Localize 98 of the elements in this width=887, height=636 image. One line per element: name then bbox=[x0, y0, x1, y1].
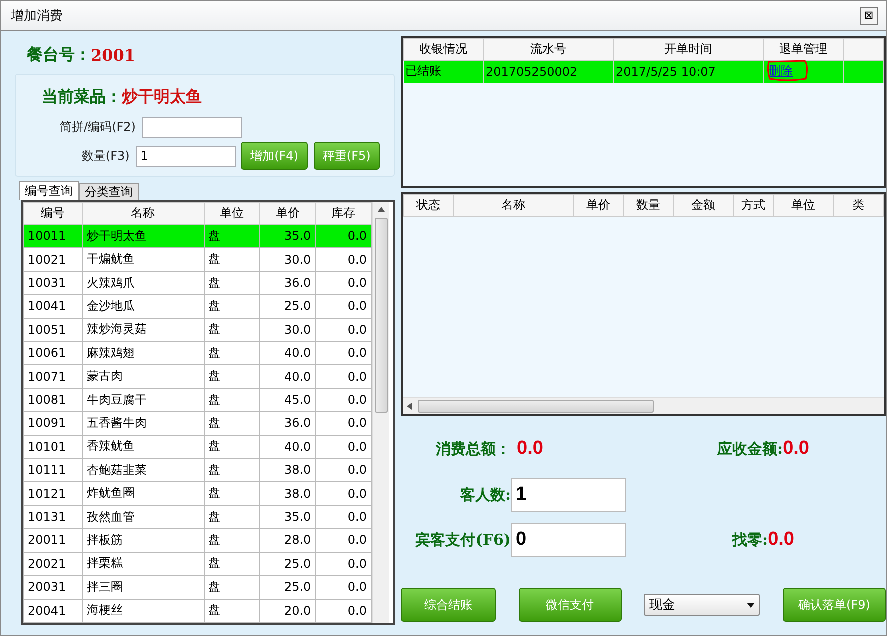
column-header[interactable]: 单价 bbox=[260, 202, 316, 224]
bill-row[interactable]: 已结账 201705250002 2017/5/25 10:07 删除 bbox=[404, 60, 884, 82]
guests-label: 客人数: bbox=[459, 486, 511, 504]
table-cell: 盘 bbox=[204, 364, 260, 388]
table-cell: 已结账 bbox=[404, 60, 484, 82]
column-header[interactable]: 库存 bbox=[316, 202, 372, 224]
change-label: 找零: bbox=[732, 530, 768, 550]
receivable-label: 应收金额: bbox=[718, 440, 784, 458]
column-header[interactable]: 单位 bbox=[774, 194, 834, 216]
menu-row[interactable]: 20031 拌三圈 盘 25.0 0.0 bbox=[24, 576, 372, 599]
menu-row[interactable]: 10091 五香酱牛肉 盘 36.0 0.0 bbox=[24, 412, 372, 436]
table-cell: 五香酱牛肉 bbox=[82, 412, 204, 436]
query-tab[interactable]: 编号查询 bbox=[19, 181, 79, 200]
menu-row[interactable]: 10021 干煸鱿鱼 盘 30.0 0.0 bbox=[24, 248, 372, 272]
menu-row[interactable]: 10131 孜然血管 盘 35.0 0.0 bbox=[24, 505, 372, 529]
table-cell: 盘 bbox=[204, 482, 260, 506]
table-cell: 盘 bbox=[204, 599, 260, 622]
column-header[interactable]: 方式 bbox=[734, 194, 774, 216]
menu-row[interactable]: 10051 辣炒海灵菇 盘 30.0 0.0 bbox=[24, 318, 372, 342]
dropdown-caret-icon[interactable] bbox=[747, 602, 756, 608]
table-cell: 10041 bbox=[24, 294, 82, 318]
menu-row[interactable]: 10081 牛肉豆腐干 盘 45.0 0.0 bbox=[24, 388, 372, 412]
quantity-label: 数量(F3) bbox=[80, 148, 131, 164]
table-cell: 盘 bbox=[204, 248, 260, 272]
column-header[interactable]: 状态 bbox=[404, 194, 454, 216]
table-cell: 拌三圈 bbox=[82, 576, 204, 599]
receivable-value: 0.0 bbox=[783, 438, 810, 460]
column-header[interactable]: 单价 bbox=[574, 194, 624, 216]
table-cell: 10091 bbox=[24, 412, 82, 436]
menu-row[interactable]: 10031 火辣鸡爪 盘 36.0 0.0 bbox=[24, 271, 372, 295]
payment-label: 宾客支付(F6) bbox=[414, 530, 511, 550]
column-header[interactable]: 编号 bbox=[24, 202, 82, 224]
table-number-value: 2001 bbox=[91, 46, 136, 64]
table-cell: 盘 bbox=[204, 412, 260, 436]
query-tab[interactable]: 分类查询 bbox=[79, 183, 139, 200]
table-number-label: 餐台号： bbox=[27, 44, 91, 66]
vertical-scrollbar[interactable] bbox=[372, 202, 389, 623]
column-header[interactable]: 名称 bbox=[454, 194, 574, 216]
column-header[interactable]: 收银情况 bbox=[404, 38, 484, 60]
table-cell: 海梗丝 bbox=[82, 599, 204, 622]
menu-row[interactable]: 10071 蒙古肉 盘 40.0 0.0 bbox=[24, 364, 372, 388]
table-cell: 20041 bbox=[24, 599, 82, 622]
table-cell: 20031 bbox=[24, 576, 82, 599]
code-input-field[interactable] bbox=[142, 117, 242, 138]
menu-row[interactable]: 20041 海梗丝 盘 20.0 0.0 bbox=[24, 599, 372, 622]
menu-row[interactable]: 10041 金沙地瓜 盘 25.0 0.0 bbox=[24, 294, 372, 318]
table-cell: 盘 bbox=[204, 576, 260, 599]
code-label: 简拼/编码(F2) bbox=[59, 119, 137, 136]
menu-row[interactable]: 10121 炸鱿鱼圈 盘 38.0 0.0 bbox=[24, 482, 372, 506]
change-value: 0.0 bbox=[768, 529, 794, 551]
table-cell: 金沙地瓜 bbox=[82, 294, 204, 318]
current-dish-label: 当前菜品： bbox=[42, 86, 122, 108]
table-cell: 炸鱿鱼圈 bbox=[82, 482, 204, 506]
total-label: 消费总额： bbox=[435, 440, 511, 458]
table-cell: 20011 bbox=[24, 528, 82, 552]
scroll-up-icon[interactable] bbox=[378, 207, 384, 212]
table-cell: 盘 bbox=[204, 294, 260, 318]
table-cell: 25.0 bbox=[260, 576, 316, 599]
table-cell: 2017/5/25 10:07 bbox=[614, 60, 764, 82]
table-cell: 10071 bbox=[24, 364, 82, 388]
table-cell: 40.0 bbox=[260, 364, 316, 388]
table-cell: 10121 bbox=[24, 482, 82, 506]
table-cell: 干煸鱿鱼 bbox=[82, 248, 204, 272]
table-cell: 38.0 bbox=[260, 482, 316, 506]
table-cell: 36.0 bbox=[260, 412, 316, 436]
current-dish-value: 炒干明太鱼 bbox=[122, 86, 202, 108]
payment-method-select[interactable]: 现金 bbox=[644, 594, 760, 616]
payment-input-field[interactable]: 0 bbox=[511, 523, 626, 557]
table-cell: 201705250002 bbox=[484, 60, 614, 82]
close-button[interactable]: ⊠ bbox=[860, 6, 878, 24]
window-title: 增加消费 bbox=[11, 8, 63, 24]
table-cell: 28.0 bbox=[260, 528, 316, 552]
total-value: 0.0 bbox=[516, 438, 544, 460]
scroll-left-icon[interactable] bbox=[407, 402, 412, 410]
column-header[interactable]: 类 bbox=[834, 194, 884, 216]
table-cell: 25.0 bbox=[260, 294, 316, 318]
menu-row[interactable]: 10011 炒干明太鱼 盘 35.0 0.0 bbox=[24, 224, 372, 248]
column-header[interactable]: 金额 bbox=[674, 194, 734, 216]
menu-row[interactable]: 10061 麻辣鸡翅 盘 40.0 0.0 bbox=[24, 342, 372, 365]
quantity-input-field[interactable]: 1 bbox=[136, 146, 236, 166]
column-header[interactable]: 数量 bbox=[624, 194, 674, 216]
guests-input-field[interactable]: 1 bbox=[511, 478, 626, 512]
table-cell: 蒙古肉 bbox=[82, 364, 204, 388]
table-cell: 10021 bbox=[24, 248, 82, 272]
table-cell: 20.0 bbox=[260, 599, 316, 622]
menu-row[interactable]: 20021 拌栗糕 盘 25.0 0.0 bbox=[24, 552, 372, 576]
column-header[interactable]: 开单时间 bbox=[614, 38, 764, 60]
menu-row[interactable]: 10111 杏鲍菇韭菜 盘 38.0 0.0 bbox=[24, 458, 372, 482]
menu-row[interactable]: 20011 拌板筋 盘 28.0 0.0 bbox=[24, 528, 372, 552]
menu-row[interactable]: 10101 香辣鱿鱼 盘 40.0 0.0 bbox=[24, 435, 372, 459]
column-header[interactable]: 单位 bbox=[204, 202, 260, 224]
table-cell: 30.0 bbox=[260, 248, 316, 272]
column-header[interactable]: 名称 bbox=[82, 202, 204, 224]
table-cell: 盘 bbox=[204, 528, 260, 552]
column-header[interactable]: 流水号 bbox=[484, 38, 614, 60]
horizontal-scrollbar[interactable] bbox=[403, 397, 884, 414]
column-header[interactable]: 退单管理 bbox=[764, 38, 844, 60]
table-cell: 拌板筋 bbox=[82, 528, 204, 552]
